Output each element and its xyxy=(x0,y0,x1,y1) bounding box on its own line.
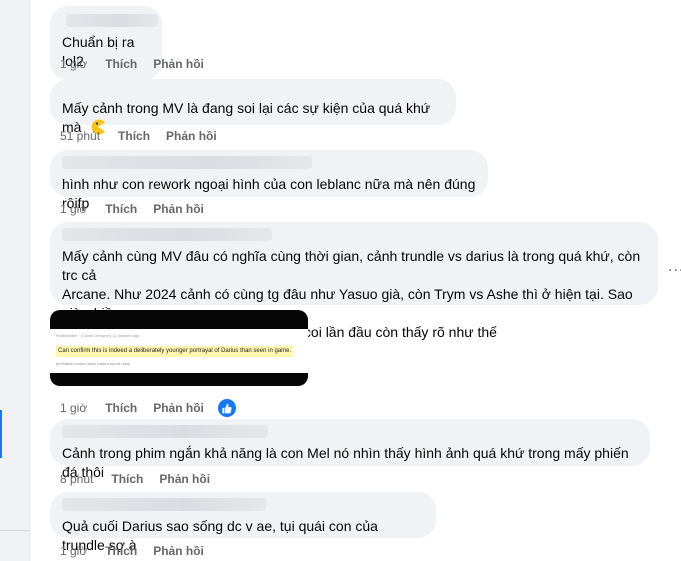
like-button[interactable]: Thích xyxy=(105,401,137,415)
rail-divider xyxy=(0,530,30,531)
comment-time[interactable]: 51 phút xyxy=(60,129,100,143)
like-button[interactable]: Thích xyxy=(111,472,143,486)
like-button[interactable]: Thích xyxy=(118,129,150,143)
comment-time[interactable]: 1 giờ xyxy=(60,401,87,415)
comment-bubble: hình như con rework ngoại hình của con l… xyxy=(50,150,488,211)
image-quote-text: Can confirm this is indeed a deliberatel… xyxy=(56,346,294,357)
author-name-redacted[interactable] xyxy=(62,228,272,241)
comment-text-line: Mấy cảnh cùng MV đâu có nghĩa cùng thời … xyxy=(62,248,641,283)
author-name-redacted[interactable] xyxy=(66,14,158,27)
comment-image-attachment[interactable]: RiotMeddler · [Game Designer] 11 minutes… xyxy=(50,310,308,386)
comment-bubble: Quả cuối Darius sao sống dc v ae, tụi qu… xyxy=(50,492,436,553)
comment-time[interactable]: 1 giờ xyxy=(60,544,87,558)
comment-actions: 1 giờ Thích Phản hồi xyxy=(60,397,238,419)
reply-button[interactable]: Phản hồi xyxy=(153,57,204,71)
comment-actions: 1 giờ Thích Phản hồi xyxy=(60,544,220,558)
more-options-button[interactable]: ... xyxy=(668,258,681,276)
comment-time[interactable]: 1 giờ xyxy=(60,202,87,216)
author-name-redacted[interactable] xyxy=(62,425,268,438)
like-button[interactable]: Thích xyxy=(105,57,137,71)
image-screenshot-content: RiotMeddler · [Game Designer] 11 minutes… xyxy=(50,329,308,373)
image-links-text: permalink embed save parent report reply xyxy=(56,361,131,366)
comment-bubble: Mấy cảnh cùng MV đâu có nghĩa cùng thời … xyxy=(50,222,658,340)
comment-bubble: Mấy cảnh trong MV là đang soi lại các sự… xyxy=(50,79,456,135)
author-name-redacted[interactable] xyxy=(62,498,266,511)
author-name-redacted[interactable] xyxy=(62,156,312,169)
like-button[interactable]: Thích xyxy=(105,202,137,216)
comment-actions: 1 giờ Thích Phản hồi xyxy=(60,202,220,216)
reply-button[interactable]: Phản hồi xyxy=(153,544,204,558)
reply-button[interactable]: Phản hồi xyxy=(166,129,217,143)
like-reaction-icon[interactable] xyxy=(215,397,238,419)
thread-indicator xyxy=(0,410,2,458)
reply-button[interactable]: Phản hồi xyxy=(159,472,210,486)
comment-actions: 8 phút Thích Phản hồi xyxy=(60,472,226,486)
like-button[interactable]: Thích xyxy=(105,544,137,558)
comment-actions: 51 phút Thích Phản hồi xyxy=(60,129,233,143)
reply-button[interactable]: Phản hồi xyxy=(153,401,204,415)
left-thread-rail xyxy=(0,0,30,561)
comment-time[interactable]: 1 giờ xyxy=(60,57,87,71)
comment-time[interactable]: 8 phút xyxy=(60,472,93,486)
reply-button[interactable]: Phản hồi xyxy=(153,202,204,216)
comment-actions: 1 giờ Thích Phản hồi xyxy=(60,57,220,71)
comment-bubble: Cảnh trong phim ngắn khả năng là con Mel… xyxy=(50,419,650,480)
image-meta-text: RiotMeddler · [Game Designer] 11 minutes… xyxy=(56,333,140,338)
